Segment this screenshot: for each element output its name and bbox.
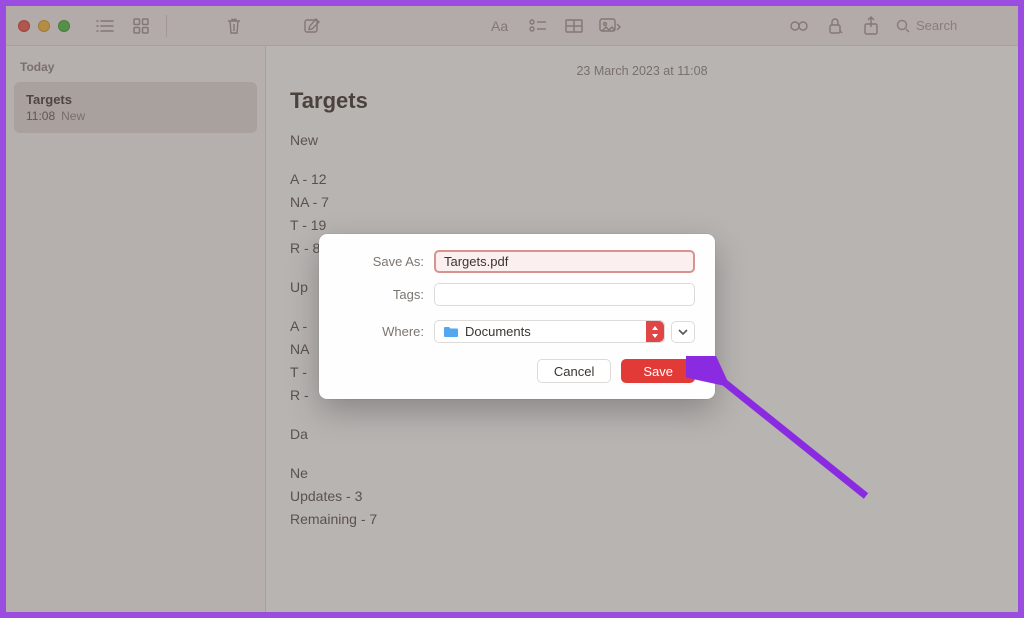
where-selected-value: Documents <box>465 324 531 339</box>
save-dialog: Save As: Tags: Where: Doc <box>319 234 715 399</box>
where-select[interactable]: Documents <box>434 320 665 343</box>
save-as-label: Save As: <box>339 254 434 269</box>
save-button[interactable]: Save <box>621 359 695 383</box>
tags-label: Tags: <box>339 287 434 302</box>
where-label: Where: <box>339 324 434 339</box>
folder-icon <box>443 326 459 338</box>
filename-input[interactable] <box>434 250 695 273</box>
select-arrows-icon <box>646 321 664 342</box>
notes-app: Aa <box>6 6 1018 612</box>
tags-input[interactable] <box>434 283 695 306</box>
screenshot-frame: Aa <box>0 0 1024 618</box>
cancel-button[interactable]: Cancel <box>537 359 611 383</box>
expand-dialog-button[interactable] <box>671 321 695 343</box>
chevron-down-icon <box>678 328 688 336</box>
